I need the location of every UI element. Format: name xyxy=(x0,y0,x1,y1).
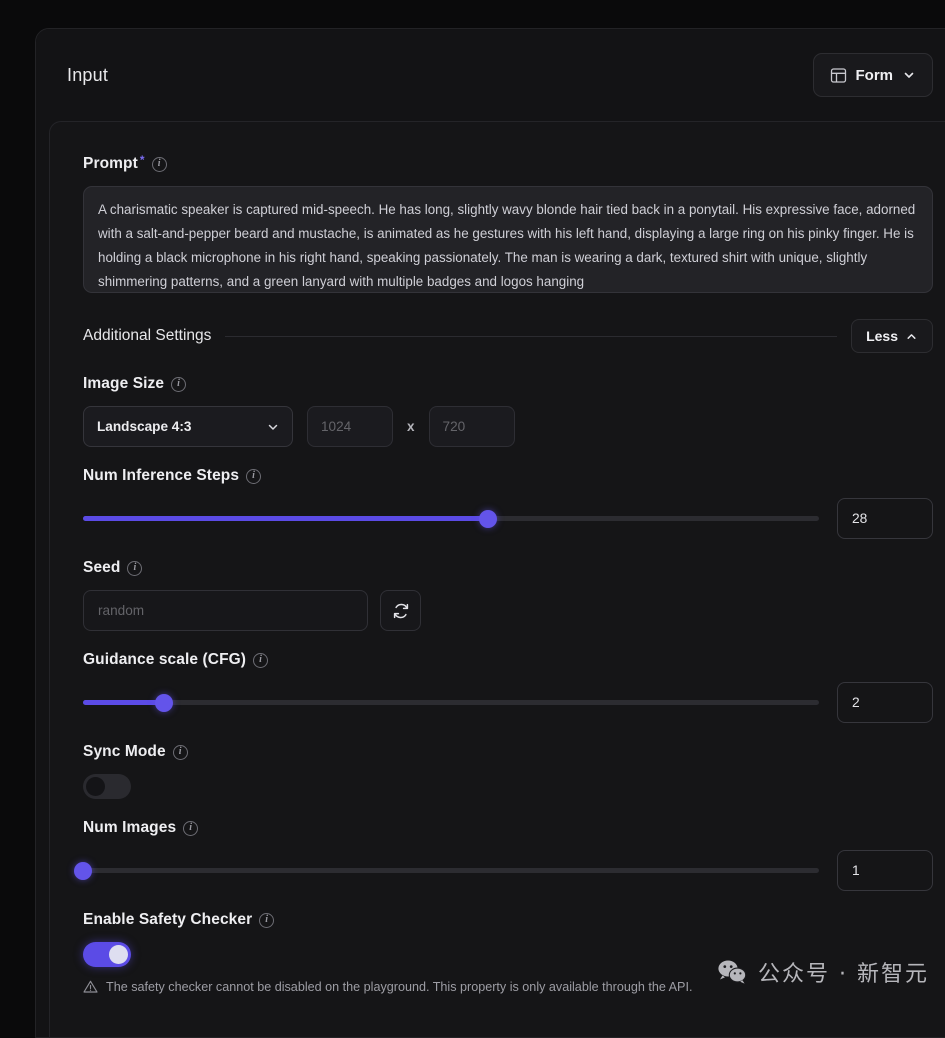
view-mode-form-button[interactable]: Form xyxy=(813,53,934,97)
safety-checker-label: Enable Safety Checker xyxy=(83,911,252,929)
collapse-settings-button[interactable]: Less xyxy=(851,319,933,353)
guidance-scale-label-row: Guidance scale (CFG) i xyxy=(83,651,933,669)
safety-checker-warning: The safety checker cannot be disabled on… xyxy=(83,979,933,995)
sync-mode-label-row: Sync Mode i xyxy=(83,743,933,761)
num-images-slider[interactable] xyxy=(83,861,819,881)
view-mode-label: Form xyxy=(856,67,894,84)
page-title: Input xyxy=(67,65,108,86)
chevron-up-icon xyxy=(905,330,918,343)
info-icon[interactable]: i xyxy=(152,157,167,172)
chevron-down-icon xyxy=(266,420,280,434)
guidance-scale-value[interactable]: 2 xyxy=(837,682,933,723)
slider-thumb[interactable] xyxy=(479,510,497,528)
image-size-select[interactable]: Landscape 4:3 xyxy=(83,406,293,447)
dimension-separator: x xyxy=(407,419,415,434)
guidance-scale-group: Guidance scale (CFG) i 2 xyxy=(83,651,933,723)
num-images-value[interactable]: 1 xyxy=(837,850,933,891)
info-icon[interactable]: i xyxy=(173,745,188,760)
prompt-input[interactable]: A charismatic speaker is captured mid-sp… xyxy=(83,186,933,293)
num-inference-steps-controls: 28 xyxy=(83,498,933,539)
sync-mode-toggle[interactable] xyxy=(83,774,131,799)
info-icon[interactable]: i xyxy=(183,821,198,836)
guidance-scale-slider[interactable] xyxy=(83,693,819,713)
additional-settings-header: Additional Settings Less xyxy=(83,319,933,353)
chevron-down-icon xyxy=(902,68,916,82)
slider-track xyxy=(83,700,819,705)
num-images-controls: 1 xyxy=(83,850,933,891)
num-inference-steps-slider[interactable] xyxy=(83,509,819,529)
num-images-label-row: Num Images i xyxy=(83,819,933,837)
slider-track xyxy=(83,868,819,873)
guidance-scale-controls: 2 xyxy=(83,682,933,723)
info-icon[interactable]: i xyxy=(171,377,186,392)
image-size-label: Image Size xyxy=(83,375,164,393)
collapse-settings-label: Less xyxy=(866,328,898,344)
image-height-input[interactable]: 720 xyxy=(429,406,515,447)
info-icon[interactable]: i xyxy=(127,561,142,576)
toggle-knob xyxy=(109,945,128,964)
required-marker: * xyxy=(140,153,145,167)
sync-mode-label: Sync Mode xyxy=(83,743,166,761)
prompt-field-group: Prompt * i A charismatic speaker is capt… xyxy=(83,155,933,293)
playground-screen: Input Form xyxy=(0,0,945,1023)
seed-label-row: Seed i xyxy=(83,559,933,577)
safety-checker-toggle[interactable] xyxy=(83,942,131,967)
settings-panel: Prompt * i A charismatic speaker is capt… xyxy=(49,121,945,1037)
info-icon[interactable]: i xyxy=(246,469,261,484)
slider-thumb[interactable] xyxy=(74,862,92,880)
seed-refresh-button[interactable] xyxy=(380,590,421,631)
warning-triangle-icon xyxy=(83,979,98,994)
prompt-label-row: Prompt * i xyxy=(83,155,933,173)
slider-fill xyxy=(83,516,488,521)
seed-label: Seed xyxy=(83,559,120,577)
guidance-scale-label: Guidance scale (CFG) xyxy=(83,651,246,669)
info-icon[interactable]: i xyxy=(253,653,268,668)
refresh-icon xyxy=(391,601,411,621)
input-card: Input Form xyxy=(35,28,945,1038)
layout-panel-icon xyxy=(830,67,847,84)
image-size-selected-value: Landscape 4:3 xyxy=(97,419,191,434)
num-inference-steps-label-row: Num Inference Steps i xyxy=(83,467,933,485)
prompt-label: Prompt xyxy=(83,155,138,173)
toggle-knob xyxy=(86,777,105,796)
safety-checker-group: Enable Safety Checker i The safety check xyxy=(83,911,933,995)
image-width-input[interactable]: 1024 xyxy=(307,406,393,447)
divider xyxy=(225,336,837,337)
num-images-group: Num Images i 1 xyxy=(83,819,933,891)
slider-thumb[interactable] xyxy=(155,694,173,712)
num-inference-steps-label: Num Inference Steps xyxy=(83,467,239,485)
num-images-label: Num Images xyxy=(83,819,176,837)
safety-checker-warning-text: The safety checker cannot be disabled on… xyxy=(106,979,692,995)
seed-group: Seed i random xyxy=(83,559,933,631)
image-size-label-row: Image Size i xyxy=(83,375,933,393)
info-icon[interactable]: i xyxy=(259,913,274,928)
num-inference-steps-value[interactable]: 28 xyxy=(837,498,933,539)
image-size-group: Image Size i Landscape 4:3 1024 x 7 xyxy=(83,375,933,447)
image-size-controls: Landscape 4:3 1024 x 720 xyxy=(83,406,933,447)
additional-settings-title: Additional Settings xyxy=(83,327,211,345)
safety-checker-label-row: Enable Safety Checker i xyxy=(83,911,933,929)
slider-fill xyxy=(83,700,164,705)
num-inference-steps-group: Num Inference Steps i 28 xyxy=(83,467,933,539)
seed-input[interactable]: random xyxy=(83,590,368,631)
sync-mode-group: Sync Mode i xyxy=(83,743,933,799)
seed-controls: random xyxy=(83,590,933,631)
card-header: Input Form xyxy=(36,29,945,121)
prompt-text: A charismatic speaker is captured mid-sp… xyxy=(98,198,918,293)
